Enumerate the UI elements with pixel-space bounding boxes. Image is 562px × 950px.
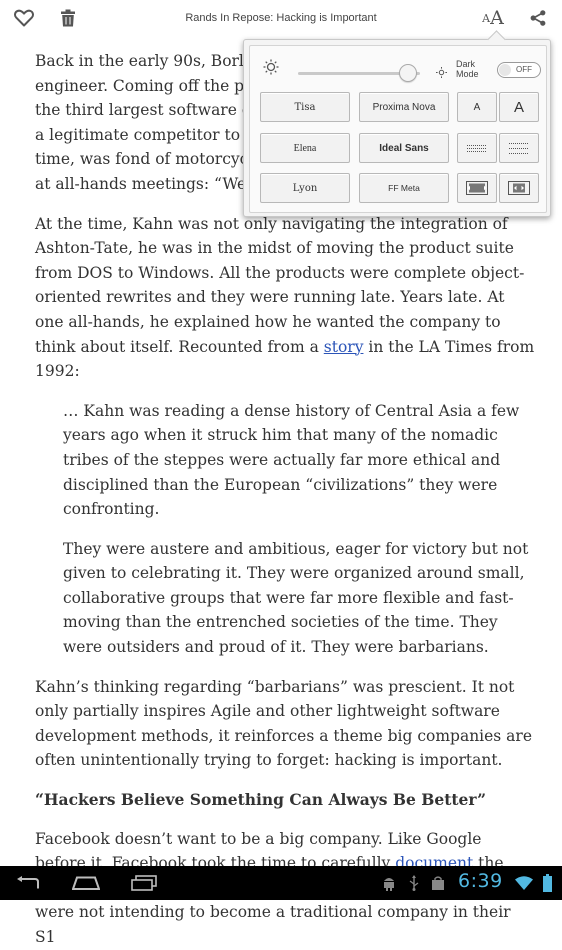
story-link[interactable]: story [324,338,364,356]
wide-margin-button[interactable] [499,173,539,203]
dark-mode-toggle[interactable]: OFF [497,62,541,78]
cut-off-line: were not intending to become a tradition… [35,903,511,946]
increase-font-size-button[interactable]: A [499,92,539,122]
loose-spacing-icon [509,142,529,154]
recent-apps-icon[interactable] [126,866,162,900]
decrease-font-size-button[interactable]: A [457,92,497,122]
heart-icon[interactable] [10,0,38,36]
narrow-margin-button[interactable] [457,173,497,203]
android-debug-icon [379,866,399,900]
trash-icon[interactable] [55,0,81,36]
tight-line-spacing-button[interactable] [457,133,497,163]
toggle-state: OFF [516,65,532,74]
text-size-icon[interactable]: AA [478,0,508,36]
blockquote-paragraph: … Kahn was reading a dense history of Ce… [63,401,520,519]
system-navigation-bar: 6:39 [0,866,562,900]
reading-settings-popup: Dark Mode OFF Tisa Proxima Nova Elena Ide… [243,30,551,217]
article-title: Rands In Repose: Hacking is Important [185,12,377,24]
tight-spacing-icon [467,144,487,152]
paragraph: Kahn’s thinking regarding “barbarians” w… [35,677,533,770]
wifi-icon [513,866,535,900]
battery-icon [538,866,556,900]
brightness-slider-thumb[interactable] [398,64,417,82]
brightness-low-icon [263,59,279,79]
font-option-proxima-nova[interactable]: Proxima Nova [359,92,449,122]
font-option-ideal-sans[interactable]: Ideal Sans [359,133,449,163]
home-icon[interactable] [68,866,104,900]
brightness-high-icon [436,63,447,82]
blockquote-paragraph: They were austere and ambitious, eager f… [63,539,529,657]
toggle-knob [499,64,511,76]
settings-panel: Dark Mode OFF Tisa Proxima Nova Elena Ide… [249,45,547,213]
section-heading: “Hackers Believe Something Can Always Be… [35,790,487,810]
usb-icon [404,866,424,900]
narrow-margin-icon [466,181,488,195]
wide-margin-icon [508,181,530,195]
font-option-tisa[interactable]: Tisa [260,92,350,122]
dark-mode-label: Dark Mode [456,59,479,79]
loose-line-spacing-button[interactable] [499,133,539,163]
font-option-lyon[interactable]: Lyon [260,173,350,203]
paragraph: At the time, Kahn was not only navigatin… [35,214,535,381]
top-toolbar: Rands In Repose: Hacking is Important AA [0,0,562,36]
shopping-bag-icon [428,866,448,900]
font-option-elena[interactable]: Elena [260,133,350,163]
font-option-ff-meta[interactable]: FF Meta [359,173,449,203]
back-icon[interactable] [10,866,46,900]
share-icon[interactable] [526,0,550,36]
status-clock: 6:39 [458,870,503,892]
